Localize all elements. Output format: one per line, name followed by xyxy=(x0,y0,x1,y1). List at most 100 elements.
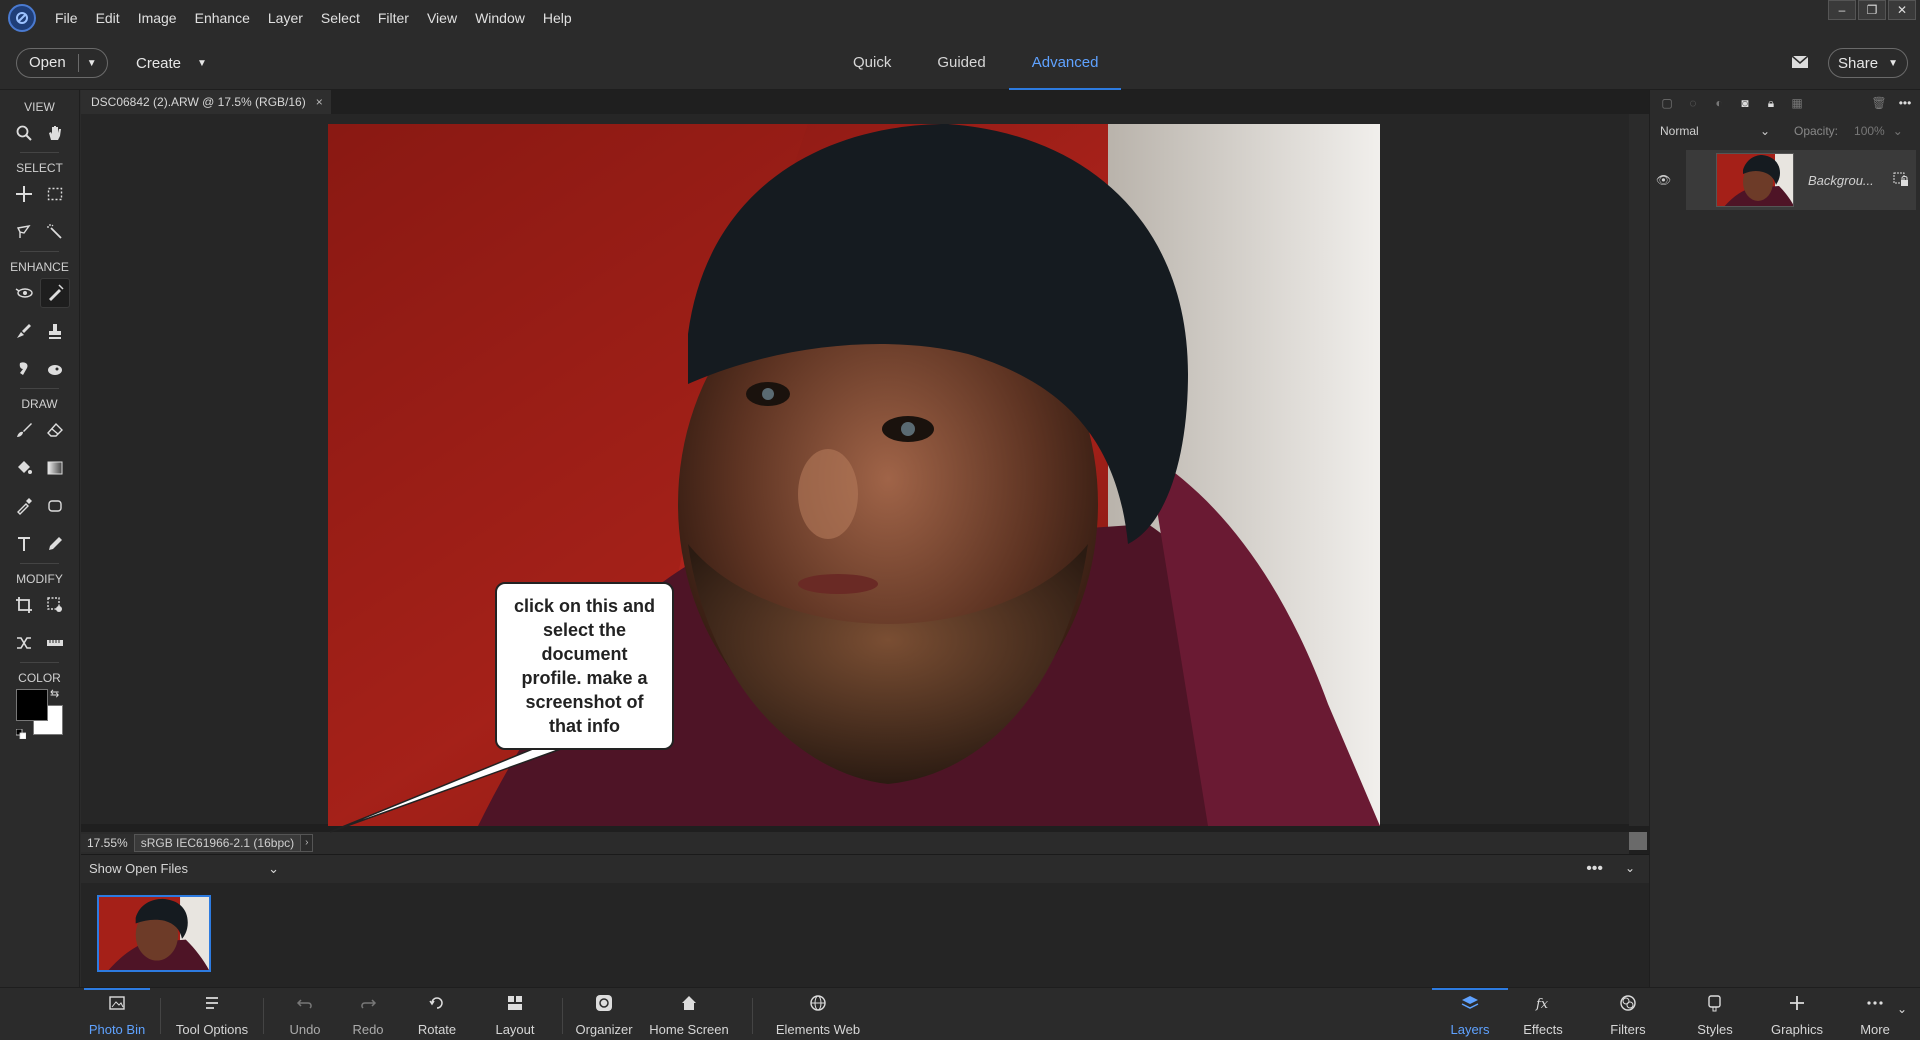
default-colors-icon[interactable] xyxy=(15,727,27,740)
undo-label: Undo xyxy=(289,1022,321,1037)
smart-brush-tool-icon[interactable] xyxy=(9,316,39,346)
restore-icon[interactable]: ❐ xyxy=(1858,0,1886,20)
section-enhance-label: ENHANCE xyxy=(10,260,69,274)
pencil-tool-icon[interactable] xyxy=(40,529,70,559)
layer-row-background[interactable]: 👁︎ Backgrou... xyxy=(1650,150,1920,210)
gradient-tool-icon[interactable] xyxy=(40,453,70,483)
menu-view[interactable]: View xyxy=(418,10,466,26)
tab-advanced[interactable]: Advanced xyxy=(1008,36,1122,90)
eyedropper-tool-icon[interactable] xyxy=(9,491,39,521)
content-aware-move-tool-icon[interactable] xyxy=(9,628,39,658)
create-button[interactable]: Create ▼ xyxy=(136,48,207,78)
minimize-icon[interactable]: – xyxy=(1828,0,1856,20)
layer-lock-icon[interactable] xyxy=(1892,171,1910,189)
smudge-tool-icon[interactable] xyxy=(9,354,39,384)
chevron-down-icon: ⌄ xyxy=(268,861,279,876)
undo-button[interactable]: Undo xyxy=(280,988,330,1040)
lock-transparency-icon[interactable]: ▦ xyxy=(1788,94,1806,112)
open-button[interactable]: Open ▼ xyxy=(16,48,108,78)
zoom-tool-icon[interactable] xyxy=(9,118,39,148)
section-view-label: VIEW xyxy=(24,100,55,114)
trash-icon[interactable]: 🗑︎ xyxy=(1870,94,1888,112)
filters-button[interactable]: Filters xyxy=(1603,988,1653,1040)
type-tool-icon[interactable] xyxy=(9,529,39,559)
scrollbar-corner[interactable] xyxy=(1629,832,1647,850)
app-logo-icon[interactable] xyxy=(8,4,36,32)
menu-file[interactable]: File xyxy=(46,10,87,26)
mail-icon[interactable] xyxy=(1790,52,1810,72)
layers-label: Layers xyxy=(1450,1022,1490,1037)
new-layer-icon[interactable]: ▢ xyxy=(1658,94,1676,112)
more-options-icon[interactable]: ••• xyxy=(1586,860,1603,878)
layer-item[interactable]: Backgrou... xyxy=(1686,150,1916,210)
foreground-color-swatch[interactable] xyxy=(16,689,48,721)
recompose-tool-icon[interactable] xyxy=(40,590,70,620)
healing-brush-tool-icon[interactable] xyxy=(40,278,71,308)
more-options-icon[interactable]: ••• xyxy=(1896,94,1914,112)
styles-button[interactable]: Styles xyxy=(1690,988,1740,1040)
elements-web-label: Elements Web xyxy=(775,1022,861,1037)
straighten-tool-icon[interactable] xyxy=(40,628,70,658)
eraser-tool-icon[interactable] xyxy=(40,415,70,445)
show-open-files-dropdown[interactable]: Show Open Files ⌄ xyxy=(89,861,279,877)
menu-window[interactable]: Window xyxy=(466,10,534,26)
chevron-down-icon[interactable]: ⌄ xyxy=(1893,124,1903,138)
menu-edit[interactable]: Edit xyxy=(87,10,129,26)
sponge-tool-icon[interactable] xyxy=(40,354,70,384)
layer-mask-icon[interactable]: ◙ xyxy=(1736,94,1754,112)
shape-tool-icon[interactable] xyxy=(40,491,70,521)
menu-filter[interactable]: Filter xyxy=(369,10,418,26)
chevron-down-icon[interactable]: ▼ xyxy=(79,58,97,69)
clone-stamp-tool-icon[interactable] xyxy=(40,316,70,346)
vertical-scrollbar[interactable] xyxy=(1629,114,1649,826)
effects-button[interactable]: fx Effects xyxy=(1518,988,1568,1040)
move-tool-icon[interactable] xyxy=(9,179,39,209)
graphics-button[interactable]: Graphics xyxy=(1767,988,1827,1040)
magic-wand-tool-icon[interactable] xyxy=(40,217,70,247)
red-eye-tool-icon[interactable] xyxy=(9,278,39,308)
layers-button[interactable]: Layers xyxy=(1432,988,1508,1040)
lock-icon[interactable]: 🔒︎ xyxy=(1762,94,1780,112)
hand-tool-icon[interactable] xyxy=(40,118,70,148)
document-tab[interactable]: DSC06842 (2).ARW @ 17.5% (RGB/16) × xyxy=(81,90,331,114)
layout-label: Layout xyxy=(495,1022,535,1037)
organizer-button[interactable]: Organizer xyxy=(574,988,634,1040)
photo-bin-button[interactable]: Photo Bin xyxy=(84,988,150,1040)
canvas[interactable] xyxy=(81,114,1649,826)
menu-layer[interactable]: Layer xyxy=(259,10,312,26)
lasso-tool-icon[interactable] xyxy=(9,217,39,247)
redo-button[interactable]: Redo xyxy=(343,988,393,1040)
menu-select[interactable]: Select xyxy=(312,10,369,26)
rotate-button[interactable]: Rotate xyxy=(412,988,462,1040)
swap-colors-icon[interactable]: ⇆ xyxy=(50,687,59,700)
brush-tool-icon[interactable] xyxy=(9,415,39,445)
chevron-down-icon: ⌄ xyxy=(1759,124,1770,138)
blend-mode-dropdown[interactable]: Normal ⌄ xyxy=(1660,124,1770,138)
opacity-value[interactable]: 100% xyxy=(1854,124,1885,138)
menu-image[interactable]: Image xyxy=(129,10,186,26)
tool-options-button[interactable]: Tool Options xyxy=(172,988,252,1040)
layout-button[interactable]: Layout xyxy=(490,988,540,1040)
adjustment-layer-icon[interactable]: ◐ xyxy=(1710,94,1728,112)
close-window-icon[interactable]: ✕ xyxy=(1888,0,1916,20)
photo-bin-icon xyxy=(109,996,125,1010)
menu-help[interactable]: Help xyxy=(534,10,581,26)
home-screen-button[interactable]: Home Screen xyxy=(649,988,729,1040)
open-file-thumbnail[interactable] xyxy=(97,895,211,972)
tab-guided[interactable]: Guided xyxy=(914,36,1008,90)
share-button[interactable]: Share ▼ xyxy=(1828,48,1908,78)
document-profile[interactable]: sRGB IEC61966-2.1 (16bpc) xyxy=(133,834,302,852)
paint-bucket-tool-icon[interactable] xyxy=(9,453,39,483)
more-chevron-button[interactable]: ⌄ xyxy=(1892,988,1912,1040)
elements-web-button[interactable]: Elements Web xyxy=(775,988,861,1040)
layers-panel-toolbar: ▢ ◌ ◐ ◙ 🔒︎ ▦ 🗑︎ ••• xyxy=(1650,90,1920,116)
marquee-tool-icon[interactable] xyxy=(40,179,70,209)
crop-tool-icon[interactable] xyxy=(9,590,39,620)
visibility-eye-icon[interactable]: 👁︎ xyxy=(1656,173,1678,187)
tab-quick[interactable]: Quick xyxy=(830,36,914,90)
close-icon[interactable]: × xyxy=(316,95,323,109)
chevron-down-icon[interactable]: ⌄ xyxy=(1625,861,1635,875)
new-group-icon[interactable]: ◌ xyxy=(1684,94,1702,112)
chevron-right-icon[interactable]: › xyxy=(301,834,314,852)
menu-enhance[interactable]: Enhance xyxy=(186,10,259,26)
